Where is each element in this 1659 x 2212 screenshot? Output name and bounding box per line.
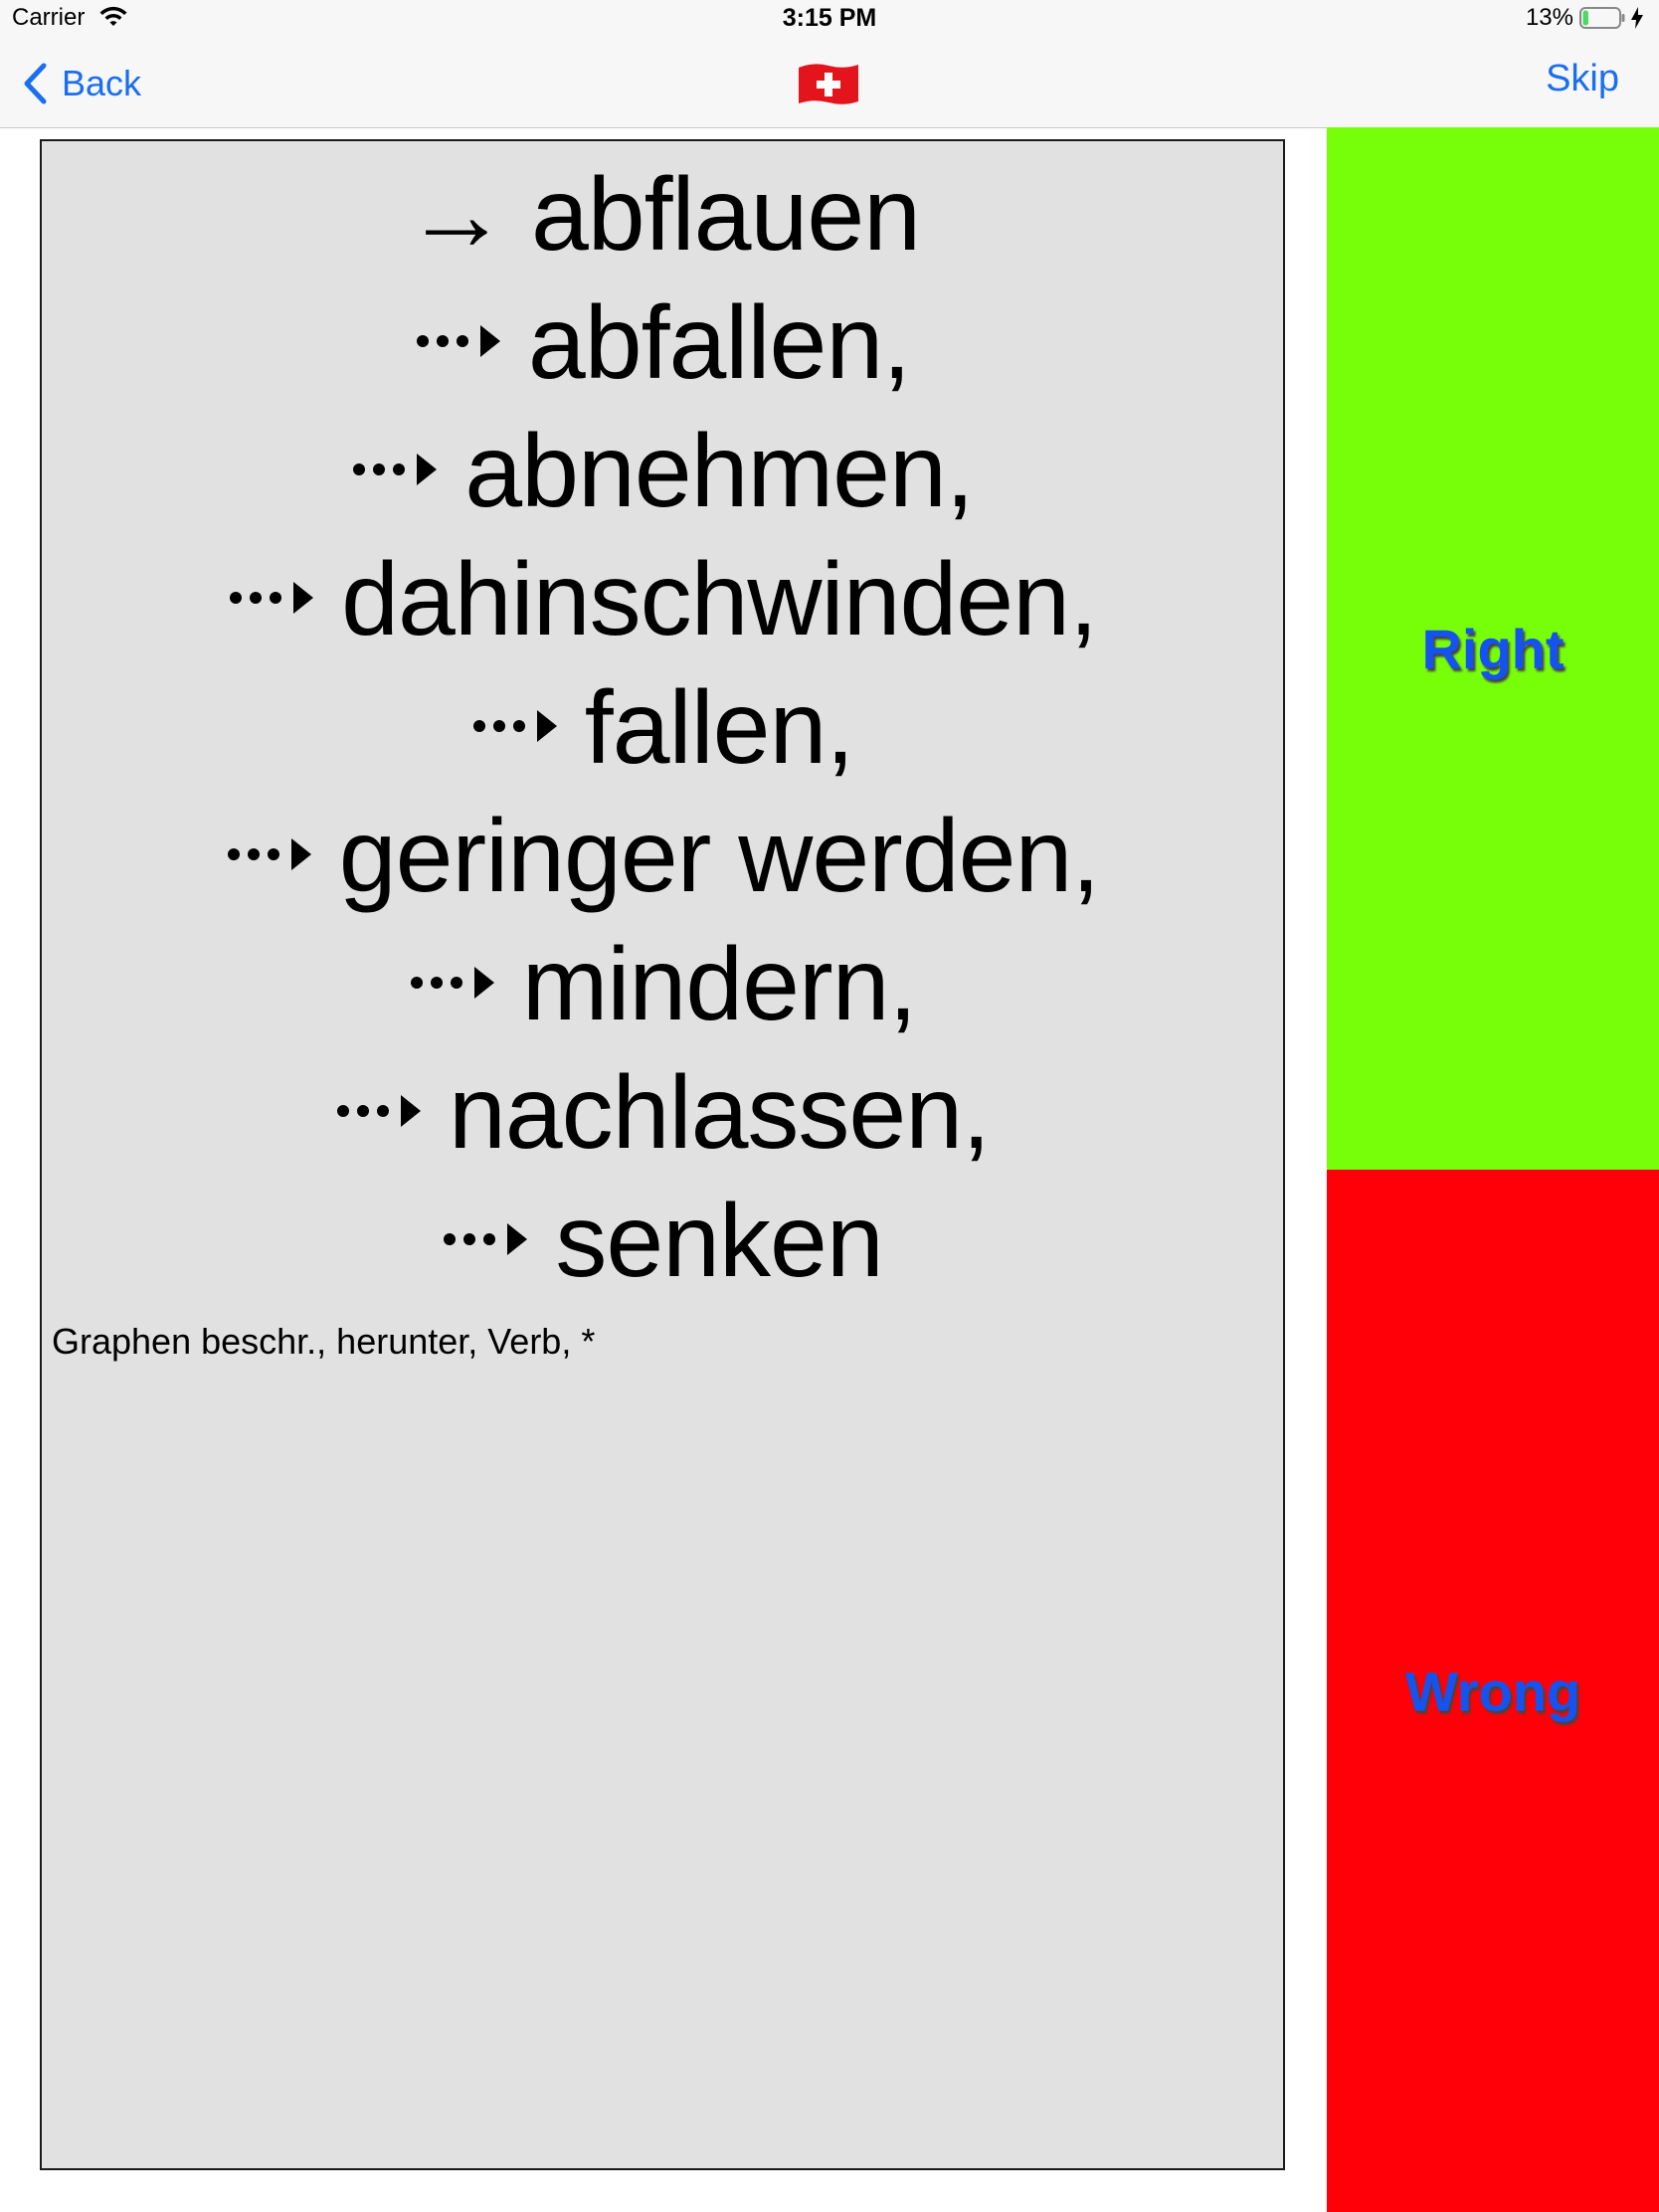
synonym-line: geringer werden, [42,793,1283,921]
synonym-line: mindern, [42,921,1283,1049]
dotted-arrow-icon [410,966,494,999]
dotted-arrow-icon [472,709,557,742]
flashcard: → abflauen abfallen, abnehmen, dahinschwi… [40,139,1285,2170]
card-tags: Graphen beschr., herunter, Verb, * [52,1321,596,1362]
headword: abflauen [530,157,921,273]
back-button[interactable]: Back [22,60,141,107]
synonym-line: senken [42,1178,1283,1306]
status-time: 3:15 PM [782,4,877,32]
synonym: senken [555,1184,883,1299]
synonym-line: abnehmen, [42,408,1283,536]
battery-percent: 13% [1525,4,1573,31]
word-list: → abflauen abfallen, abnehmen, dahinschwi… [42,151,1283,1306]
synonym-line: nachlassen, [42,1049,1283,1178]
synonym-line: fallen, [42,664,1283,793]
synonym: dahinschwinden, [341,542,1098,657]
right-answer-button[interactable]: Right [1327,127,1659,1170]
dotted-arrow-icon [444,1222,528,1255]
synonym-line: dahinschwinden, [42,536,1283,664]
chevron-left-icon [24,63,47,104]
synonym-line: abfallen, [42,279,1283,408]
battery-icon [1579,7,1625,29]
synonym: abfallen, [527,285,911,401]
dotted-arrow-icon [353,453,438,485]
right-answer-label: Right [1421,617,1565,680]
synonym: nachlassen, [448,1055,991,1171]
headword-line: → abflauen [42,151,1283,279]
dotted-arrow-icon [227,837,311,870]
skip-button[interactable]: Skip [1546,58,1619,100]
charging-bolt-icon [1631,7,1643,29]
synonym: fallen, [584,670,855,786]
wrong-answer-button[interactable]: Wrong [1327,1170,1659,2212]
synonym: geringer werden, [338,799,1100,914]
synonym: mindern, [521,927,918,1042]
status-bar: Carrier 3:15 PM 13% [0,0,1659,40]
wrong-answer-label: Wrong [1404,1659,1581,1723]
back-label: Back [62,63,142,103]
arrow-right-icon: → [404,157,508,273]
dotted-arrow-icon [336,1094,421,1127]
status-right: 13% [1526,4,1645,32]
swiss-flag-icon [799,64,858,104]
dotted-arrow-icon [230,581,314,614]
navigation-bar: Back Skip [0,40,1659,128]
dotted-arrow-icon [416,324,500,357]
synonym: abnehmen, [464,414,974,529]
